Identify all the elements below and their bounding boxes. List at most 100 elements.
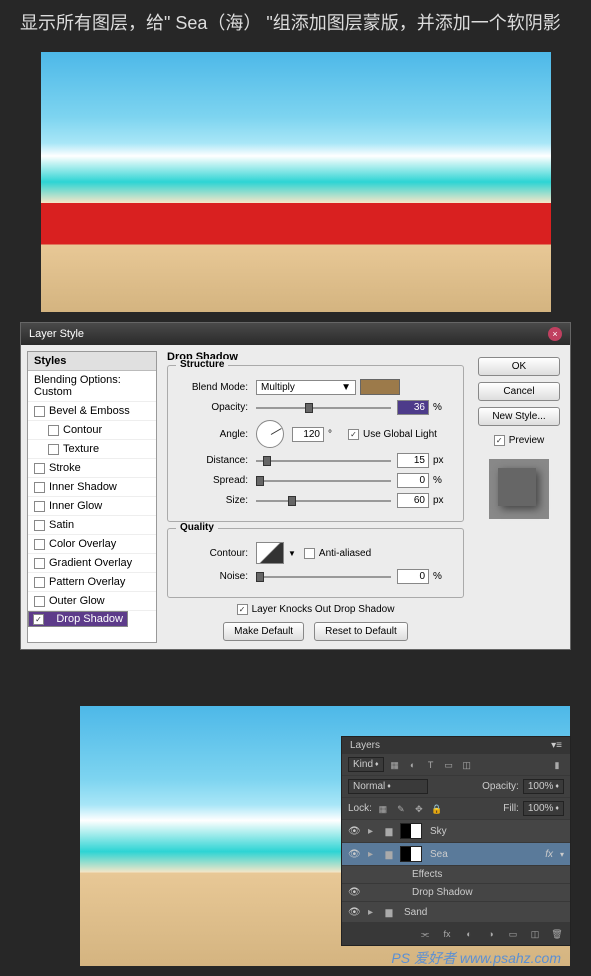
- styles-header[interactable]: Styles: [28, 352, 156, 371]
- new-style-button[interactable]: New Style...: [478, 407, 560, 426]
- filter-adjust-icon[interactable]: ◐: [406, 758, 420, 772]
- fold-icon[interactable]: ▸: [368, 849, 378, 860]
- style-item[interactable]: Stroke: [28, 459, 156, 478]
- lock-pixels-icon[interactable]: ✎: [394, 802, 408, 816]
- preview-thumbnail: [489, 459, 549, 519]
- fx-icon[interactable]: fx: [440, 927, 454, 941]
- filter-smart-icon[interactable]: ◫: [460, 758, 474, 772]
- style-checkbox[interactable]: [33, 614, 44, 625]
- make-default-button[interactable]: Make Default: [223, 622, 304, 641]
- style-checkbox[interactable]: [34, 520, 45, 531]
- noise-input[interactable]: 0: [397, 569, 429, 584]
- structure-group: Structure Blend Mode: Multiply▼ Opacity:…: [167, 365, 464, 522]
- style-item[interactable]: Bevel & Emboss: [28, 402, 156, 421]
- opacity-slider[interactable]: [256, 401, 391, 415]
- reset-default-button[interactable]: Reset to Default: [314, 622, 408, 641]
- blending-options[interactable]: Blending Options: Custom: [28, 371, 156, 402]
- mask-thumbnail[interactable]: [400, 846, 422, 862]
- filter-shape-icon[interactable]: ▭: [442, 758, 456, 772]
- style-checkbox[interactable]: [48, 444, 59, 455]
- delete-icon[interactable]: 🗑: [550, 927, 564, 941]
- layer-row[interactable]: 👁▸▆Seafx▾: [342, 843, 570, 866]
- style-item[interactable]: Drop Shadow: [28, 611, 128, 627]
- group-icon[interactable]: ▭: [506, 927, 520, 941]
- visibility-icon[interactable]: 👁: [348, 887, 364, 898]
- panel-menu-icon[interactable]: ▾≡: [551, 740, 562, 751]
- color-swatch[interactable]: [360, 379, 400, 395]
- cancel-button[interactable]: Cancel: [478, 382, 560, 401]
- link-layers-icon[interactable]: ⫘: [418, 927, 432, 941]
- style-checkbox[interactable]: [34, 463, 45, 474]
- distance-input[interactable]: 15: [397, 453, 429, 468]
- style-item[interactable]: Texture: [28, 440, 156, 459]
- mask-thumbnail[interactable]: [400, 823, 422, 839]
- style-checkbox[interactable]: [34, 501, 45, 512]
- style-item[interactable]: Satin: [28, 516, 156, 535]
- style-item[interactable]: Inner Shadow: [28, 478, 156, 497]
- style-item[interactable]: Color Overlay: [28, 535, 156, 554]
- fold-icon[interactable]: ▸: [368, 907, 378, 918]
- layer-row[interactable]: 👁▸▆Sand: [342, 902, 570, 923]
- layer-row[interactable]: 👁▸▆Sky: [342, 820, 570, 843]
- distance-slider[interactable]: [256, 454, 391, 468]
- visibility-icon[interactable]: 👁: [348, 826, 364, 837]
- fold-icon[interactable]: ▸: [368, 826, 378, 837]
- style-item[interactable]: Gradient Overlay: [28, 554, 156, 573]
- layers-panel[interactable]: Layers▾≡ Kind♦ ▦ ◐ T ▭ ◫ ▮ Normal♦ Opaci…: [341, 736, 571, 946]
- adjustment-icon[interactable]: ◑: [484, 927, 498, 941]
- filter-kind[interactable]: Kind♦: [348, 757, 384, 772]
- knockout-checkbox[interactable]: [237, 604, 248, 615]
- spread-label: Spread:: [178, 475, 248, 486]
- visibility-icon[interactable]: 👁: [348, 907, 364, 918]
- layer-row[interactable]: Effects: [342, 866, 570, 884]
- filter-pixel-icon[interactable]: ▦: [388, 758, 402, 772]
- noise-slider[interactable]: [256, 570, 391, 584]
- lock-position-icon[interactable]: ✥: [412, 802, 426, 816]
- chevron-down-icon: ▼: [341, 382, 351, 393]
- filter-type-icon[interactable]: T: [424, 758, 438, 772]
- style-item[interactable]: Outer Glow: [28, 592, 156, 611]
- visibility-icon[interactable]: 👁: [348, 849, 364, 860]
- preview-checkbox[interactable]: [494, 435, 505, 446]
- style-checkbox[interactable]: [34, 406, 45, 417]
- close-icon[interactable]: ×: [548, 327, 562, 341]
- ok-button[interactable]: OK: [478, 357, 560, 376]
- lock-all-icon[interactable]: 🔒: [430, 802, 444, 816]
- style-checkbox[interactable]: [48, 425, 59, 436]
- size-slider[interactable]: [256, 494, 391, 508]
- chevron-down-icon[interactable]: ▼: [288, 549, 296, 558]
- layer-row[interactable]: 👁Drop Shadow: [342, 884, 570, 902]
- filter-toggle-icon[interactable]: ▮: [550, 758, 564, 772]
- spread-input[interactable]: 0: [397, 473, 429, 488]
- anti-aliased-checkbox[interactable]: [304, 548, 315, 559]
- style-checkbox[interactable]: [34, 596, 45, 607]
- angle-dial[interactable]: [256, 420, 284, 448]
- style-item[interactable]: Contour: [28, 421, 156, 440]
- chevron-down-icon[interactable]: ▾: [560, 850, 564, 859]
- size-input[interactable]: 60: [397, 493, 429, 508]
- opacity-input[interactable]: 36: [397, 400, 429, 415]
- blend-mode-select[interactable]: Normal♦: [348, 779, 428, 794]
- style-item[interactable]: Pattern Overlay: [28, 573, 156, 592]
- new-layer-icon[interactable]: ◫: [528, 927, 542, 941]
- style-checkbox[interactable]: [34, 482, 45, 493]
- blend-mode-select[interactable]: Multiply▼: [256, 380, 356, 395]
- angle-input[interactable]: 120: [292, 427, 324, 442]
- opacity-input[interactable]: 100%♦: [523, 779, 564, 794]
- style-checkbox[interactable]: [34, 558, 45, 569]
- fx-badge[interactable]: fx: [545, 849, 553, 860]
- contour-label: Contour:: [178, 548, 248, 559]
- style-checkbox[interactable]: [34, 577, 45, 588]
- fill-input[interactable]: 100%♦: [523, 801, 564, 816]
- dialog-titlebar[interactable]: Layer Style ×: [21, 323, 570, 345]
- spread-slider[interactable]: [256, 474, 391, 488]
- style-item[interactable]: Inner Glow: [28, 497, 156, 516]
- dialog-title: Layer Style: [29, 328, 84, 340]
- global-light-checkbox[interactable]: [348, 429, 359, 440]
- contour-picker[interactable]: [256, 542, 284, 564]
- lock-transparent-icon[interactable]: ▦: [376, 802, 390, 816]
- quality-group: Quality Contour: ▼ Anti-aliased Noise: 0…: [167, 528, 464, 598]
- style-checkbox[interactable]: [34, 539, 45, 550]
- layers-tab[interactable]: Layers: [350, 740, 380, 751]
- mask-icon[interactable]: ◐: [462, 927, 476, 941]
